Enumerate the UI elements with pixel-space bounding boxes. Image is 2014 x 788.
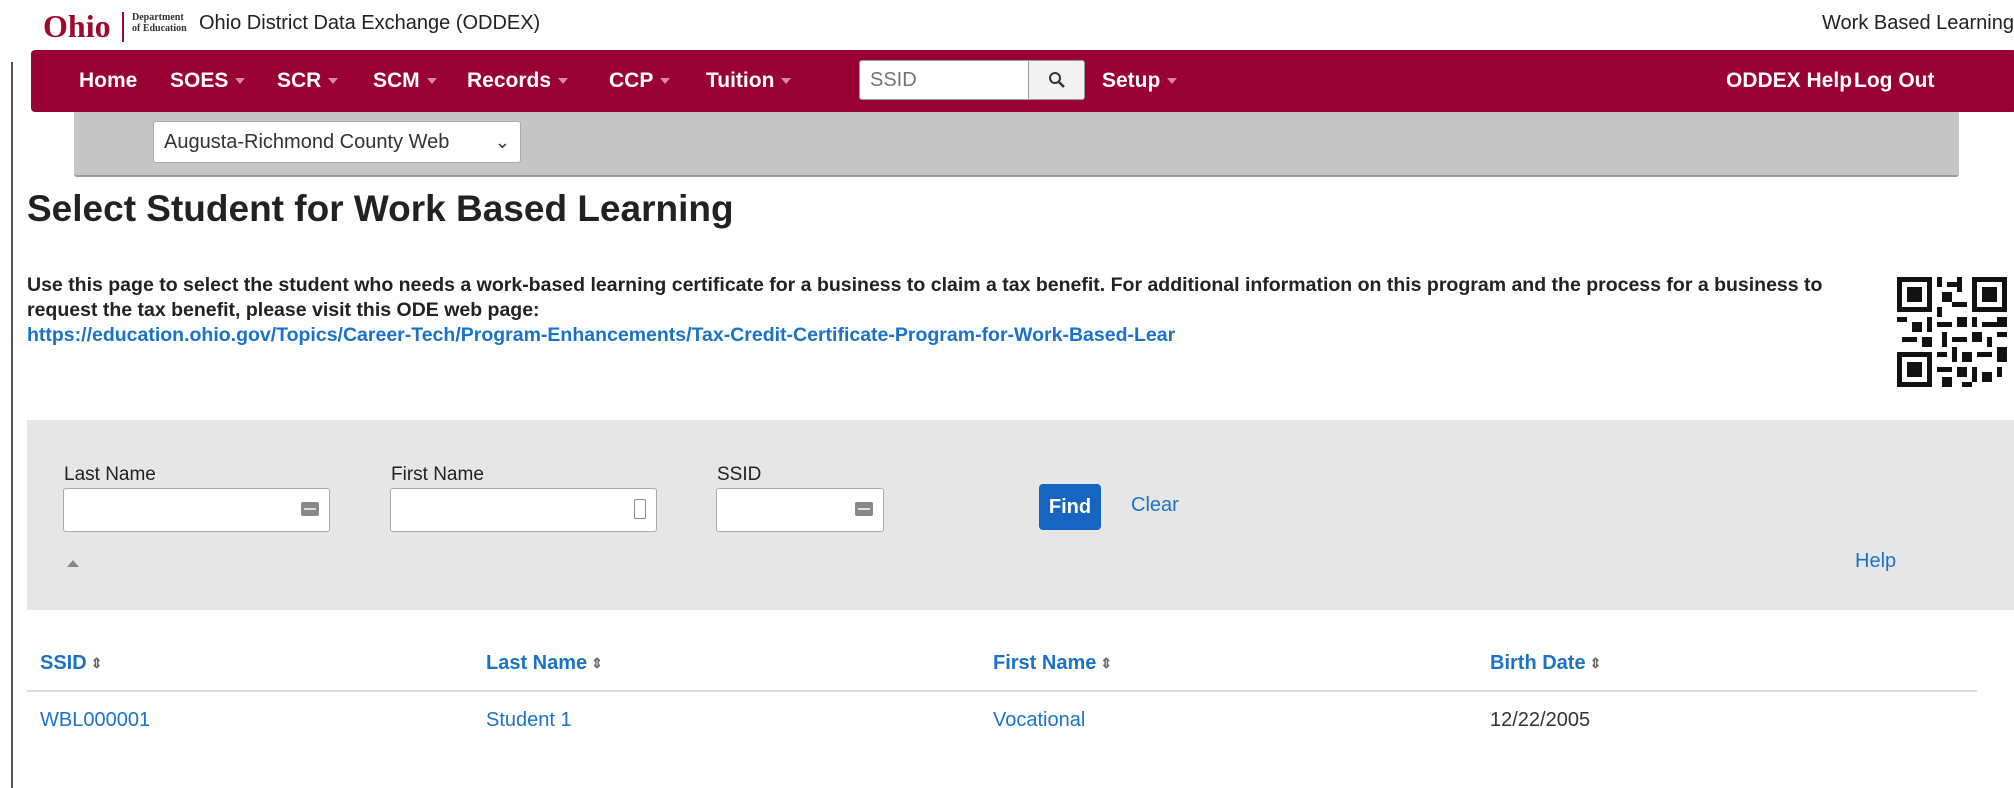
app-title: Ohio District Data Exchange (ODDEX): [199, 12, 541, 34]
first-name-cell-link[interactable]: Vocational: [993, 709, 1085, 732]
column-header-first-name[interactable]: First Name ⇕: [993, 652, 1112, 675]
ssid-search-input[interactable]: [859, 60, 1029, 100]
nav-tuition-label: Tuition: [706, 69, 775, 92]
search-filter-panel: Last Name First Name SSID Find Clear Hel…: [27, 420, 2014, 610]
last-name-label: Last Name: [64, 464, 156, 485]
nav-soes-label: SOES: [170, 69, 229, 92]
ode-info-link[interactable]: https://education.ohio.gov/Topics/Career…: [27, 324, 1175, 346]
last-name-cell-link[interactable]: Student 1: [486, 709, 572, 732]
clear-link[interactable]: Clear: [1131, 494, 1179, 517]
caret-down-icon: [660, 78, 671, 85]
logo-separator: [122, 12, 124, 42]
page-title: Select Student for Work Based Learning: [27, 188, 734, 229]
dept-logo-text: Department of Education: [132, 12, 187, 34]
caret-down-icon: [328, 78, 339, 85]
search-icon: [1048, 72, 1065, 88]
ssid-label: SSID: [717, 464, 762, 485]
district-select[interactable]: Augusta-Richmond County Web ⌄: [153, 121, 521, 163]
ssid-field[interactable]: [716, 488, 884, 532]
caret-down-icon: [426, 78, 437, 85]
module-name: Work Based Learning: [1822, 12, 2014, 34]
column-header-label: SSID: [40, 652, 87, 674]
qr-code-icon: [1897, 277, 2007, 387]
keyboard-icon: [301, 502, 319, 516]
nav-records[interactable]: Records: [467, 50, 569, 112]
sort-icon: ⇕: [591, 655, 603, 672]
dept-line-2: of Education: [132, 23, 187, 34]
ssid-cell-link[interactable]: WBL000001: [40, 709, 150, 732]
column-header-label: Last Name: [486, 652, 588, 674]
first-name-field[interactable]: [390, 488, 657, 532]
district-bar: Augusta-Richmond County Web ⌄: [74, 112, 1959, 177]
caret-down-icon: [558, 78, 569, 85]
nav-ccp[interactable]: CCP: [609, 50, 671, 112]
nav-setup-label: Setup: [1102, 69, 1161, 92]
keyboard-icon: [855, 502, 873, 516]
caret-down-icon: [781, 78, 792, 85]
column-header-last-name[interactable]: Last Name ⇕: [486, 652, 603, 675]
nav-ccp-label: CCP: [609, 69, 654, 92]
last-name-field[interactable]: [63, 488, 330, 532]
column-header-label: Birth Date: [1490, 652, 1586, 674]
sort-icon: ⇕: [1589, 655, 1602, 672]
first-name-label: First Name: [391, 464, 484, 485]
caret-down-icon: [1167, 78, 1178, 85]
column-header-label: First Name: [993, 652, 1097, 674]
caret-down-icon: [235, 78, 246, 85]
find-button[interactable]: Find: [1039, 484, 1101, 530]
top-header: Ohio Department of Education Ohio Distri…: [0, 0, 2014, 48]
chevron-down-icon: ⌄: [494, 132, 510, 152]
nav-scm[interactable]: SCM: [373, 50, 437, 112]
sort-icon: ⇕: [90, 655, 103, 672]
collapse-icon[interactable]: [67, 560, 79, 567]
nav-tuition[interactable]: Tuition: [706, 50, 792, 112]
nav-scm-label: SCM: [373, 69, 420, 92]
left-border: [11, 62, 13, 788]
birth-date-cell: 12/22/2005: [1490, 709, 1591, 731]
nav-oddex-help[interactable]: ODDEX Help: [1726, 50, 1852, 112]
contact-card-icon: [634, 499, 646, 519]
nav-records-label: Records: [467, 69, 552, 92]
intro-paragraph: Use this page to select the student who …: [27, 274, 1823, 321]
ohio-logo[interactable]: Ohio: [43, 8, 111, 44]
nav-setup[interactable]: Setup: [1102, 50, 1178, 112]
nav-scr-label: SCR: [277, 69, 322, 92]
nav-scr[interactable]: SCR: [277, 50, 339, 112]
column-header-ssid[interactable]: SSID ⇕: [40, 652, 102, 675]
intro-text: Use this page to select the student who …: [27, 273, 1857, 348]
table-header-divider: [27, 690, 1977, 692]
dept-line-1: Department: [132, 12, 184, 23]
sort-icon: ⇕: [1100, 655, 1113, 672]
column-header-birth-date[interactable]: Birth Date ⇕: [1490, 652, 1601, 675]
ssid-search-button[interactable]: [1029, 60, 1085, 100]
nav-soes[interactable]: SOES: [170, 50, 246, 112]
district-select-value: Augusta-Richmond County Web: [164, 131, 450, 153]
nav-logout[interactable]: Log Out: [1854, 50, 1934, 112]
nav-home[interactable]: Home: [79, 50, 137, 112]
help-link[interactable]: Help: [1855, 550, 1896, 573]
main-nav: Home SOES SCR SCM Records CCP Tuition Se…: [31, 50, 2014, 112]
